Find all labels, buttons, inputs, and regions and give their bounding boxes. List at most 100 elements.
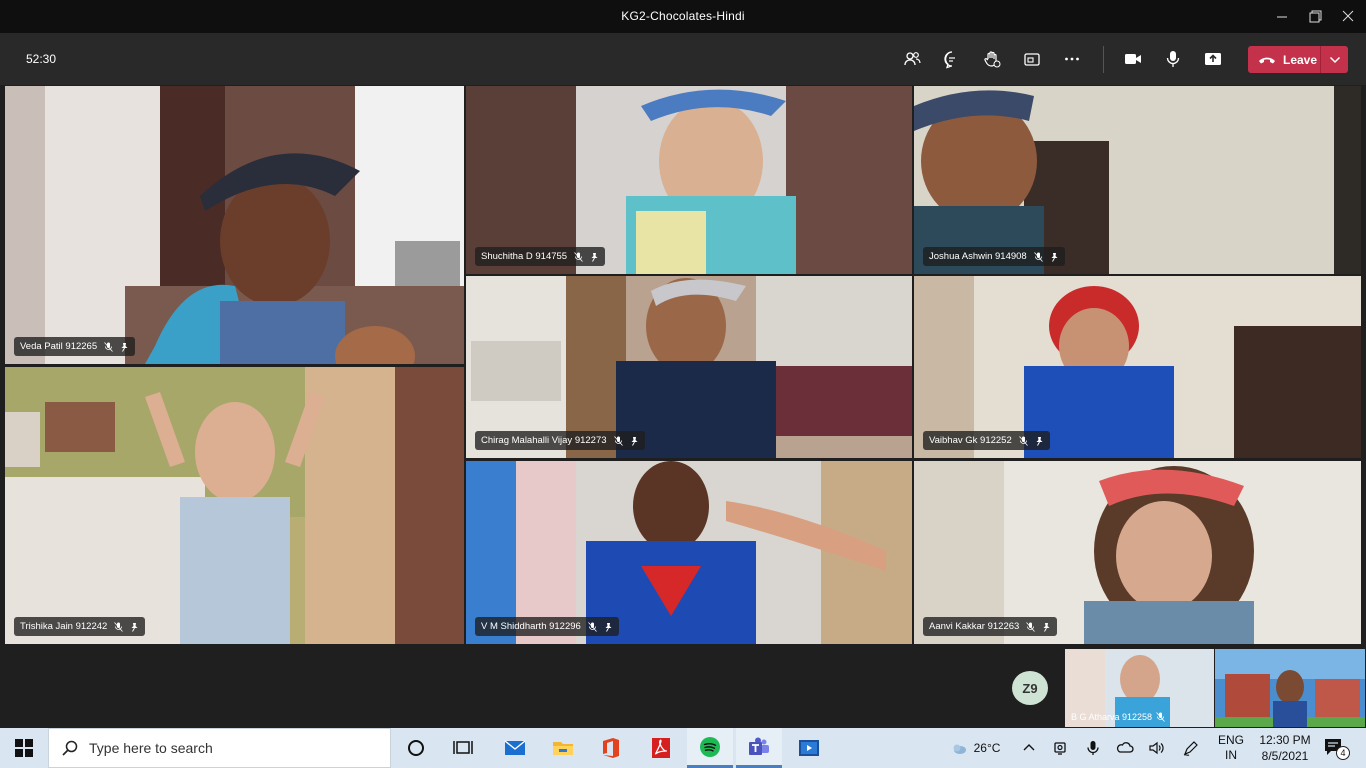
video-tile[interactable]: V M Shiddharth 912296	[466, 461, 912, 644]
close-window-button[interactable]	[1337, 6, 1359, 26]
microphone-tray-button[interactable]	[1082, 728, 1104, 768]
acrobat-app-button[interactable]	[638, 728, 684, 768]
cortana-button[interactable]	[393, 728, 439, 768]
video-tile[interactable]: Aanvi Kakkar 912263	[914, 461, 1361, 644]
video-tile[interactable]: Shuchitha D 914755	[466, 86, 912, 274]
restore-button[interactable]	[1304, 6, 1326, 26]
teams-meeting-window: KG2-Chocolates-Hindi 52:30 Leave Veda Pa…	[0, 0, 1366, 768]
video-tile[interactable]: Chirag Malahalli Vijay 912273	[466, 276, 912, 458]
participant-nameplate: Chirag Malahalli Vijay 912273	[475, 431, 645, 450]
mic-off-icon	[1026, 621, 1036, 632]
chevron-down-icon	[1329, 56, 1340, 63]
task-view-button[interactable]	[440, 728, 486, 768]
volume-tray-button[interactable]	[1146, 728, 1168, 768]
search-placeholder: Type here to search	[89, 740, 213, 756]
pin-icon	[631, 436, 638, 446]
raise-hand-button[interactable]	[979, 47, 1005, 71]
mail-app-button[interactable]	[492, 728, 538, 768]
more-actions-button[interactable]	[1059, 47, 1085, 71]
participant-video	[5, 86, 464, 364]
video-tile[interactable]: Trishika Jain 912242	[5, 367, 464, 644]
windows-taskbar: Type here to search 26°C ENG IN 12:30 PM…	[0, 728, 1366, 768]
meet-now-tray-button[interactable]	[1050, 728, 1072, 768]
spotify-app-button[interactable]	[687, 728, 733, 768]
mic-off-icon	[1156, 712, 1165, 722]
participant-name: Veda Patil 912265	[20, 341, 98, 352]
more-actions-icon	[1065, 57, 1079, 61]
start-button[interactable]	[0, 728, 48, 768]
pen-tray-button[interactable]	[1180, 728, 1202, 768]
cortana-icon	[408, 740, 424, 756]
spotify-icon	[700, 736, 720, 757]
breakout-rooms-icon	[1024, 53, 1040, 66]
weather-temperature: 26°C	[973, 741, 1001, 755]
leave-label: Leave	[1283, 52, 1318, 67]
clock-time: 12:30 PM	[1259, 733, 1311, 747]
pin-icon	[1036, 436, 1043, 446]
mic-off-icon	[613, 435, 623, 446]
participants-icon	[904, 52, 921, 66]
participant-video	[466, 86, 912, 274]
self-video	[1215, 649, 1365, 727]
video-tile[interactable]: Joshua Ashwin 914908	[914, 86, 1361, 274]
microphone-button[interactable]	[1160, 47, 1186, 71]
title-bar: KG2-Chocolates-Hindi	[0, 0, 1366, 33]
pin-icon	[605, 622, 612, 632]
mic-off-icon	[114, 621, 124, 632]
chevron-up-icon	[1023, 744, 1035, 751]
participant-nameplate: Joshua Ashwin 914908	[923, 247, 1065, 266]
cloud-icon	[1116, 742, 1134, 753]
participant-thumbnail[interactable]: B G Atharva 912258	[1065, 649, 1214, 727]
input-language-indicator[interactable]: ENG IN	[1214, 733, 1248, 763]
show-hidden-icons-button[interactable]	[1018, 728, 1040, 768]
chat-button[interactable]	[939, 47, 965, 71]
participant-video	[5, 367, 464, 644]
windows-logo-icon	[15, 739, 33, 757]
toolbar-divider	[1103, 46, 1104, 73]
self-view-thumbnail[interactable]	[1215, 649, 1365, 727]
office-app-button[interactable]	[588, 728, 634, 768]
pin-icon	[591, 252, 598, 262]
speaker-icon	[1149, 741, 1164, 755]
participant-nameplate: V M Shiddharth 912296	[475, 617, 619, 636]
onedrive-tray-button[interactable]	[1114, 728, 1136, 768]
participant-name: Joshua Ashwin 914908	[929, 251, 1027, 262]
mic-off-icon	[1033, 251, 1043, 262]
microphone-tray-icon	[1087, 741, 1099, 755]
mic-off-icon	[588, 621, 597, 632]
camera-icon	[1125, 54, 1141, 64]
leave-main-button[interactable]: Leave	[1248, 46, 1320, 73]
participant-nameplate: Aanvi Kakkar 912263	[923, 617, 1058, 636]
pin-icon	[1051, 252, 1058, 262]
taskbar-clock[interactable]: 12:30 PM 8/5/2021	[1252, 732, 1318, 764]
participants-button[interactable]	[899, 47, 925, 71]
participant-nameplate: B G Atharva 912258	[1069, 710, 1167, 724]
video-tile[interactable]: Veda Patil 912265	[5, 86, 464, 364]
media-player-icon	[799, 740, 819, 756]
breakout-rooms-button[interactable]	[1019, 47, 1045, 71]
camera-button[interactable]	[1120, 47, 1146, 71]
share-tray-button[interactable]	[1200, 47, 1226, 71]
pin-icon	[131, 622, 138, 632]
media-player-button[interactable]	[786, 728, 832, 768]
leave-button[interactable]: Leave	[1248, 46, 1348, 73]
participant-name: Vaibhav Gk 912252	[929, 435, 1012, 446]
taskbar-search-box[interactable]: Type here to search	[48, 728, 391, 768]
notification-count-badge: 4	[1336, 746, 1350, 760]
participant-name: Chirag Malahalli Vijay 912273	[481, 435, 607, 446]
participant-nameplate: Shuchitha D 914755	[475, 247, 606, 266]
participant-name: B G Atharva 912258	[1071, 712, 1153, 722]
participant-nameplate: Trishika Jain 912242	[14, 617, 146, 636]
chat-icon	[944, 51, 955, 69]
video-tile[interactable]: Vaibhav Gk 912252	[914, 276, 1361, 458]
leave-options-button[interactable]	[1321, 56, 1348, 64]
action-center-button[interactable]: 4	[1322, 736, 1350, 760]
teams-app-button[interactable]	[736, 728, 782, 768]
minimize-button[interactable]	[1271, 6, 1293, 26]
file-explorer-button[interactable]	[540, 728, 586, 768]
participant-name: Trishika Jain 912242	[20, 621, 108, 632]
clock-date: 8/5/2021	[1261, 749, 1309, 763]
overflow-participants-avatar[interactable]: Z9	[1012, 671, 1048, 705]
mic-off-icon	[104, 341, 113, 352]
weather-widget[interactable]: 26°C	[940, 728, 1010, 768]
